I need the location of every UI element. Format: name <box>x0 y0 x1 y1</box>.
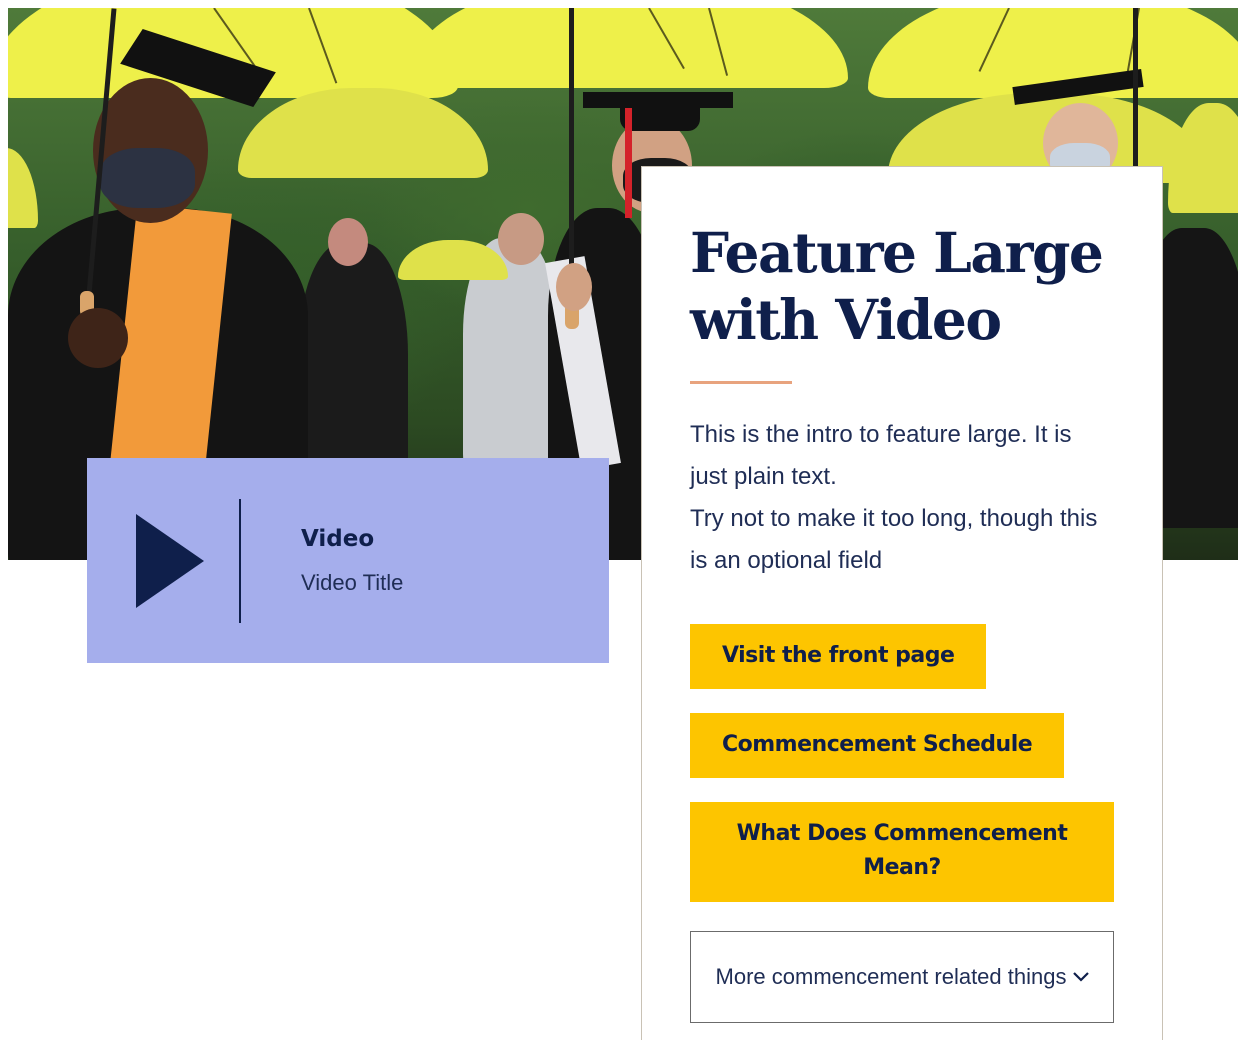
commencement-schedule-button[interactable]: Commencement Schedule <box>690 713 1065 778</box>
button-group: Visit the front page Commencement Schedu… <box>690 624 1114 1023</box>
chevron-down-icon <box>1071 967 1091 987</box>
accent-divider <box>690 381 792 384</box>
visit-front-page-button[interactable]: Visit the front page <box>690 624 987 689</box>
what-does-commencement-mean-button[interactable]: What Does Commencement Mean? <box>690 802 1114 902</box>
video-text: Video Video Title <box>241 526 403 596</box>
video-card[interactable]: Video Video Title <box>87 458 609 663</box>
video-label: Video <box>301 525 375 552</box>
feature-panel: Feature Large with Video This is the int… <box>641 166 1163 1040</box>
play-icon <box>136 513 204 608</box>
feature-title: Feature Large with Video <box>690 220 1104 352</box>
more-commencement-dropdown[interactable]: More commencement related things <box>690 931 1114 1023</box>
feature-intro: This is the intro to feature large. It i… <box>690 414 1114 582</box>
video-title: Video Title <box>301 569 404 595</box>
page: Video Video Title Feature Large with Vid… <box>0 0 1238 1040</box>
intro-line-2: Try not to make it too long, though this… <box>690 505 1098 574</box>
dropdown-label: More commencement related things <box>715 964 1067 989</box>
intro-line-1: This is the intro to feature large. It i… <box>690 421 1072 490</box>
play-button[interactable] <box>87 458 239 663</box>
